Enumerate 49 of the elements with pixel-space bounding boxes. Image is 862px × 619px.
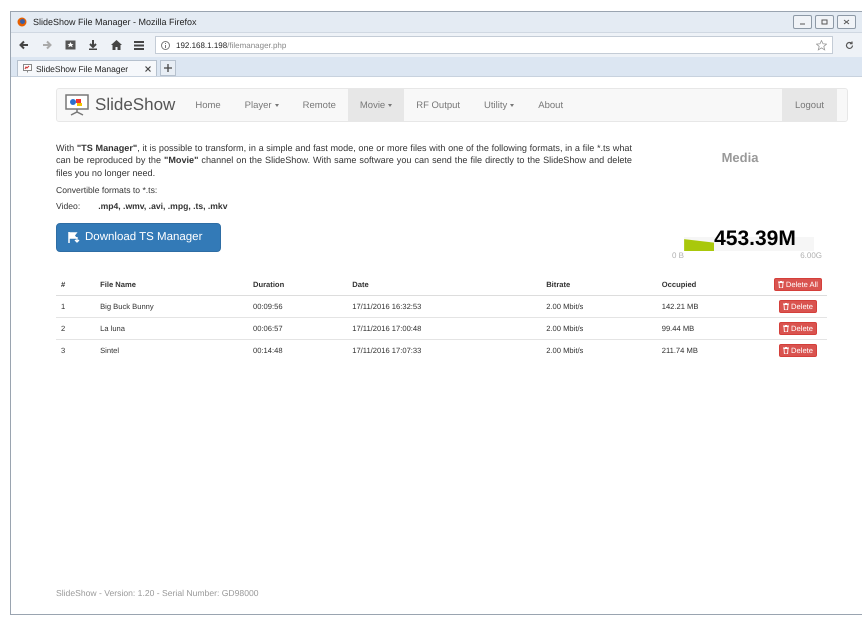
formats-label: Convertible formats to *.ts:	[56, 184, 158, 195]
nav-link[interactable]: Player	[232, 89, 291, 121]
gauge-min: 0 B	[672, 251, 684, 260]
video-formats: .mp4, .wmv, .avi, .mpg, .ts, .mkv	[98, 200, 228, 211]
nav-link[interactable]: Home	[183, 89, 233, 121]
intro-paragraph: With "TS Manager", it is possible to transform, in a simple and fast mode, one or more files with one of the following formats, in a file *.ts what can be reproduced by the "Movie" channel on the SlideShow. With same software you can send the file directly to the SlideShow and delete files you no longer need.	[56, 142, 632, 179]
caret-icon	[510, 104, 514, 106]
star-icon[interactable]	[816, 40, 827, 50]
presentation-icon	[23, 64, 32, 73]
info-icon	[161, 40, 170, 50]
browser-logo-icon	[17, 17, 27, 27]
gauge-title: Media	[722, 150, 758, 165]
menu-button[interactable]	[132, 38, 146, 52]
new-tab-button[interactable]	[160, 60, 176, 76]
trash-icon	[783, 347, 790, 354]
logout-link[interactable]: Logout	[782, 89, 837, 121]
download-button[interactable]	[86, 38, 100, 52]
close-icon[interactable]	[145, 66, 151, 72]
restore-icon	[821, 19, 828, 25]
close-button[interactable]	[837, 15, 856, 29]
back-button[interactable]	[17, 38, 31, 52]
gauge-value: 453.39M	[714, 227, 796, 251]
presentation-board-icon	[65, 94, 89, 116]
browser-tab[interactable]: SlideShow File Manager	[17, 60, 157, 76]
address-bar[interactable]: 192.168.1.198/filemanager.php	[155, 36, 833, 54]
nav-link[interactable]: RF Output	[404, 89, 472, 121]
nav-link[interactable]: Utility	[472, 89, 526, 121]
url-text: 192.168.1.198/filemanager.php	[176, 40, 286, 50]
trash-icon	[783, 303, 790, 310]
nav-link[interactable]: Remote	[290, 89, 348, 121]
nav-link[interactable]: Movie	[348, 89, 404, 121]
video-label: Video:	[56, 200, 80, 211]
plus-icon	[164, 64, 172, 72]
maximize-button[interactable]	[815, 15, 834, 29]
download-icon	[68, 232, 80, 243]
bookmarks-button[interactable]	[63, 38, 77, 52]
trash-icon	[778, 281, 784, 288]
gauge-max: 6.00G	[800, 251, 822, 260]
footer-text: SlideShow - Version: 1.20 - Serial Number: GD98000	[56, 588, 260, 598]
nav-link[interactable]: About	[526, 89, 576, 121]
brand-name[interactable]: SlideShow	[95, 95, 176, 115]
trash-icon	[783, 325, 790, 332]
reload-icon	[844, 40, 854, 50]
window-title: SlideShow File Manager - Mozilla Firefox	[33, 17, 198, 27]
download-ts-manager-button[interactable]: Download TS Manager	[56, 222, 221, 252]
caret-icon	[274, 104, 279, 106]
close-icon	[843, 19, 850, 25]
home-button[interactable]	[109, 38, 123, 52]
caret-icon	[388, 104, 392, 106]
